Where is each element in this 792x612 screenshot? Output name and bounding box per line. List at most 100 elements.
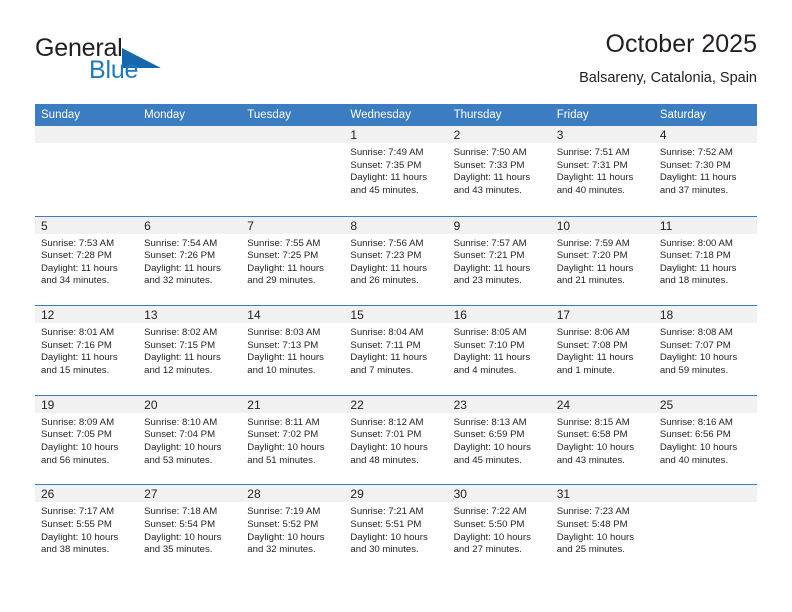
day-cell[interactable]: 28 Sunrise: 7:19 AM Sunset: 5:52 PM Dayligh… (241, 485, 345, 574)
day-number-band: 28 (241, 485, 345, 503)
day-number-band: 29 (344, 485, 448, 503)
day-details: Sunrise: 7:17 AM Sunset: 5:55 PM Daylight:… (35, 502, 138, 556)
sunrise-text: Sunrise: 7:53 AM (41, 237, 115, 249)
day-cell[interactable]: 25 Sunrise: 8:16 AM Sunset: 6:56 PM Dayligh… (653, 395, 757, 485)
day-number-band: 15 (344, 306, 448, 324)
sunrise-text: Sunrise: 7:22 AM (453, 506, 527, 518)
day-cell[interactable]: 23 Sunrise: 8:13 AM Sunset: 6:59 PM Dayligh… (447, 395, 551, 485)
day-cell[interactable]: 30 Sunrise: 7:22 AM Sunset: 5:50 PM Dayligh… (447, 485, 551, 574)
day-details: Sunrise: 8:04 AM Sunset: 7:11 PM Daylight:… (344, 323, 447, 377)
calendar-week-inner: 19 Sunrise: 8:09 AM Sunset: 7:05 PM Dayligh… (35, 395, 757, 485)
day-number-band: 19 (35, 395, 139, 413)
day-details: Sunrise: 7:56 AM Sunset: 7:23 PM Daylight:… (344, 234, 447, 288)
day-number-band: 4 (653, 126, 757, 143)
daylight-text: Daylight: 10 hours and 32 minutes. (247, 531, 325, 556)
sunset-text: Sunset: 7:11 PM (350, 339, 421, 351)
day-details: Sunrise: 7:18 AM Sunset: 5:54 PM Daylight:… (138, 502, 241, 556)
day-details: Sunrise: 8:16 AM Sunset: 6:56 PM Daylight:… (654, 413, 757, 467)
calendar-week-inner: 12 Sunrise: 8:01 AM Sunset: 7:16 PM Dayligh… (35, 306, 757, 395)
day-number-band: 31 (550, 485, 654, 503)
day-cell[interactable]: 16 Sunrise: 8:05 AM Sunset: 7:10 PM Dayligh… (447, 306, 551, 395)
general-blue-logo: General Blue (35, 34, 265, 94)
day-cell[interactable]: 22 Sunrise: 8:12 AM Sunset: 7:01 PM Dayligh… (344, 395, 448, 485)
sunrise-text: Sunrise: 8:11 AM (247, 416, 320, 428)
day-details: Sunrise: 8:05 AM Sunset: 7:10 PM Daylight:… (448, 323, 551, 377)
weekday-header-sunday: Sunday (41, 109, 81, 121)
day-cell[interactable]: 8 Sunrise: 7:56 AM Sunset: 7:23 PM Daylight… (344, 216, 448, 306)
day-cell[interactable]: 13 Sunrise: 8:02 AM Sunset: 7:15 PM Dayligh… (138, 306, 242, 395)
day-cell[interactable]: 5 Sunrise: 7:53 AM Sunset: 7:28 PM Daylight… (35, 216, 139, 306)
daylight-text: Daylight: 10 hours and 30 minutes. (350, 531, 428, 556)
sunrise-text: Sunrise: 7:17 AM (41, 506, 115, 518)
daylight-text: Daylight: 11 hours and 34 minutes. (41, 262, 118, 287)
day-number: 10 (556, 218, 571, 233)
day-cell[interactable]: 3 Sunrise: 7:51 AM Sunset: 7:31 PM Daylight… (550, 126, 654, 216)
day-number: 1 (350, 128, 358, 142)
day-cell[interactable]: 27 Sunrise: 7:18 AM Sunset: 5:54 PM Dayligh… (138, 485, 242, 574)
daylight-text: Daylight: 11 hours and 29 minutes. (247, 262, 324, 287)
day-cell[interactable]: 6 Sunrise: 7:54 AM Sunset: 7:26 PM Daylight… (138, 216, 242, 306)
sunset-text: Sunset: 7:28 PM (41, 250, 112, 262)
day-cell[interactable]: 7 Sunrise: 7:55 AM Sunset: 7:25 PM Daylight… (241, 216, 345, 306)
day-cell[interactable]: 26 Sunrise: 7:17 AM Sunset: 5:55 PM Dayligh… (35, 485, 139, 574)
calendar-week-row: 12 Sunrise: 8:01 AM Sunset: 7:16 PM Dayligh… (35, 305, 757, 395)
sunrise-text: Sunrise: 7:18 AM (144, 506, 218, 518)
day-number-band: 26 (35, 485, 139, 503)
weekday-header-monday: Monday (144, 109, 186, 121)
day-cell[interactable]: 15 Sunrise: 8:04 AM Sunset: 7:11 PM Dayligh… (344, 306, 448, 395)
sunrise-text: Sunrise: 8:09 AM (41, 416, 115, 428)
day-cell[interactable]: 31 Sunrise: 7:23 AM Sunset: 5:48 PM Dayligh… (550, 485, 654, 574)
sunset-text: Sunset: 5:55 PM (41, 518, 112, 530)
calendar-week-row: 19 Sunrise: 8:09 AM Sunset: 7:05 PM Dayligh… (35, 394, 757, 485)
day-number: 14 (247, 308, 261, 323)
day-cell[interactable]: 14 Sunrise: 8:03 AM Sunset: 7:13 PM Dayligh… (241, 306, 345, 395)
day-cell[interactable]: 17 Sunrise: 8:06 AM Sunset: 7:08 PM Dayligh… (550, 306, 654, 395)
sunrise-text: Sunrise: 7:52 AM (659, 147, 733, 158)
day-number-band: 17 (550, 306, 654, 324)
day-cell[interactable]: 10 Sunrise: 7:59 AM Sunset: 7:20 PM Dayligh… (550, 216, 654, 306)
day-cell[interactable]: 20 Sunrise: 8:10 AM Sunset: 7:04 PM Dayligh… (138, 395, 242, 485)
day-number: 9 (453, 218, 461, 233)
day-number-band: 27 (138, 485, 242, 503)
day-cell[interactable]: 18 Sunrise: 8:08 AM Sunset: 7:07 PM Dayligh… (653, 306, 757, 395)
sunrise-text: Sunrise: 7:49 AM (350, 147, 424, 158)
sunrise-text: Sunrise: 8:00 AM (659, 237, 733, 249)
sunrise-text: Sunrise: 8:03 AM (247, 327, 321, 339)
calendar-week-inner: 1 Sunrise: 7:49 AM Sunset: 7:35 PM Daylight… (35, 126, 757, 216)
day-number-band: 7 (241, 216, 345, 234)
day-cell[interactable]: 11 Sunrise: 8:00 AM Sunset: 7:18 PM Dayligh… (653, 216, 757, 306)
sunset-text: Sunset: 7:16 PM (41, 339, 112, 351)
day-number: 17 (556, 308, 571, 323)
sunrise-text: Sunrise: 8:16 AM (659, 416, 733, 428)
daylight-text: Daylight: 11 hours and 37 minutes. (659, 172, 737, 196)
daylight-text: Daylight: 10 hours and 56 minutes. (41, 441, 119, 466)
daylight-text: Daylight: 11 hours and 18 minutes. (659, 262, 737, 287)
daylight-text: Daylight: 10 hours and 59 minutes. (659, 352, 738, 376)
day-number-band: 6 (138, 216, 242, 234)
day-cell-empty (35, 126, 139, 216)
daylight-text: Daylight: 10 hours and 27 minutes. (453, 531, 531, 556)
day-cell[interactable]: 9 Sunrise: 7:57 AM Sunset: 7:21 PM Daylight… (447, 216, 551, 306)
calendar-weeks: 1 Sunrise: 7:49 AM Sunset: 7:35 PM Daylight… (35, 126, 757, 574)
day-cell[interactable]: 2 Sunrise: 7:50 AM Sunset: 7:33 PM Daylight… (447, 126, 551, 216)
daylight-text: Daylight: 10 hours and 48 minutes. (350, 441, 428, 466)
day-cell[interactable]: 1 Sunrise: 7:49 AM Sunset: 7:35 PM Daylight… (344, 126, 448, 216)
day-number-band (35, 126, 139, 143)
day-number: 29 (350, 487, 364, 502)
day-cell[interactable]: 29 Sunrise: 7:21 AM Sunset: 5:51 PM Dayligh… (344, 485, 448, 574)
sunset-text: Sunset: 5:52 PM (247, 518, 319, 530)
day-cell[interactable]: 12 Sunrise: 8:01 AM Sunset: 7:16 PM Dayligh… (35, 306, 139, 395)
day-number: 13 (144, 308, 158, 323)
day-cell[interactable]: 21 Sunrise: 8:11 AM Sunset: 7:02 PM Dayligh… (241, 395, 345, 485)
day-details: Sunrise: 8:11 AM Sunset: 7:02 PM Daylight:… (241, 413, 344, 467)
day-number: 6 (144, 218, 151, 233)
day-cell[interactable]: 4 Sunrise: 7:52 AM Sunset: 7:30 PM Daylight… (653, 126, 757, 216)
sunset-text: Sunset: 5:48 PM (556, 518, 628, 530)
daylight-text: Daylight: 11 hours and 23 minutes. (453, 262, 531, 287)
day-number: 18 (659, 308, 674, 323)
daylight-text: Daylight: 11 hours and 45 minutes. (350, 172, 428, 196)
day-cell[interactable]: 24 Sunrise: 8:15 AM Sunset: 6:58 PM Dayligh… (550, 395, 654, 485)
sunrise-text: Sunrise: 7:19 AM (247, 506, 321, 518)
day-details: Sunrise: 8:06 AM Sunset: 7:08 PM Daylight:… (551, 323, 654, 377)
day-cell[interactable]: 19 Sunrise: 8:09 AM Sunset: 7:05 PM Dayligh… (35, 395, 139, 485)
